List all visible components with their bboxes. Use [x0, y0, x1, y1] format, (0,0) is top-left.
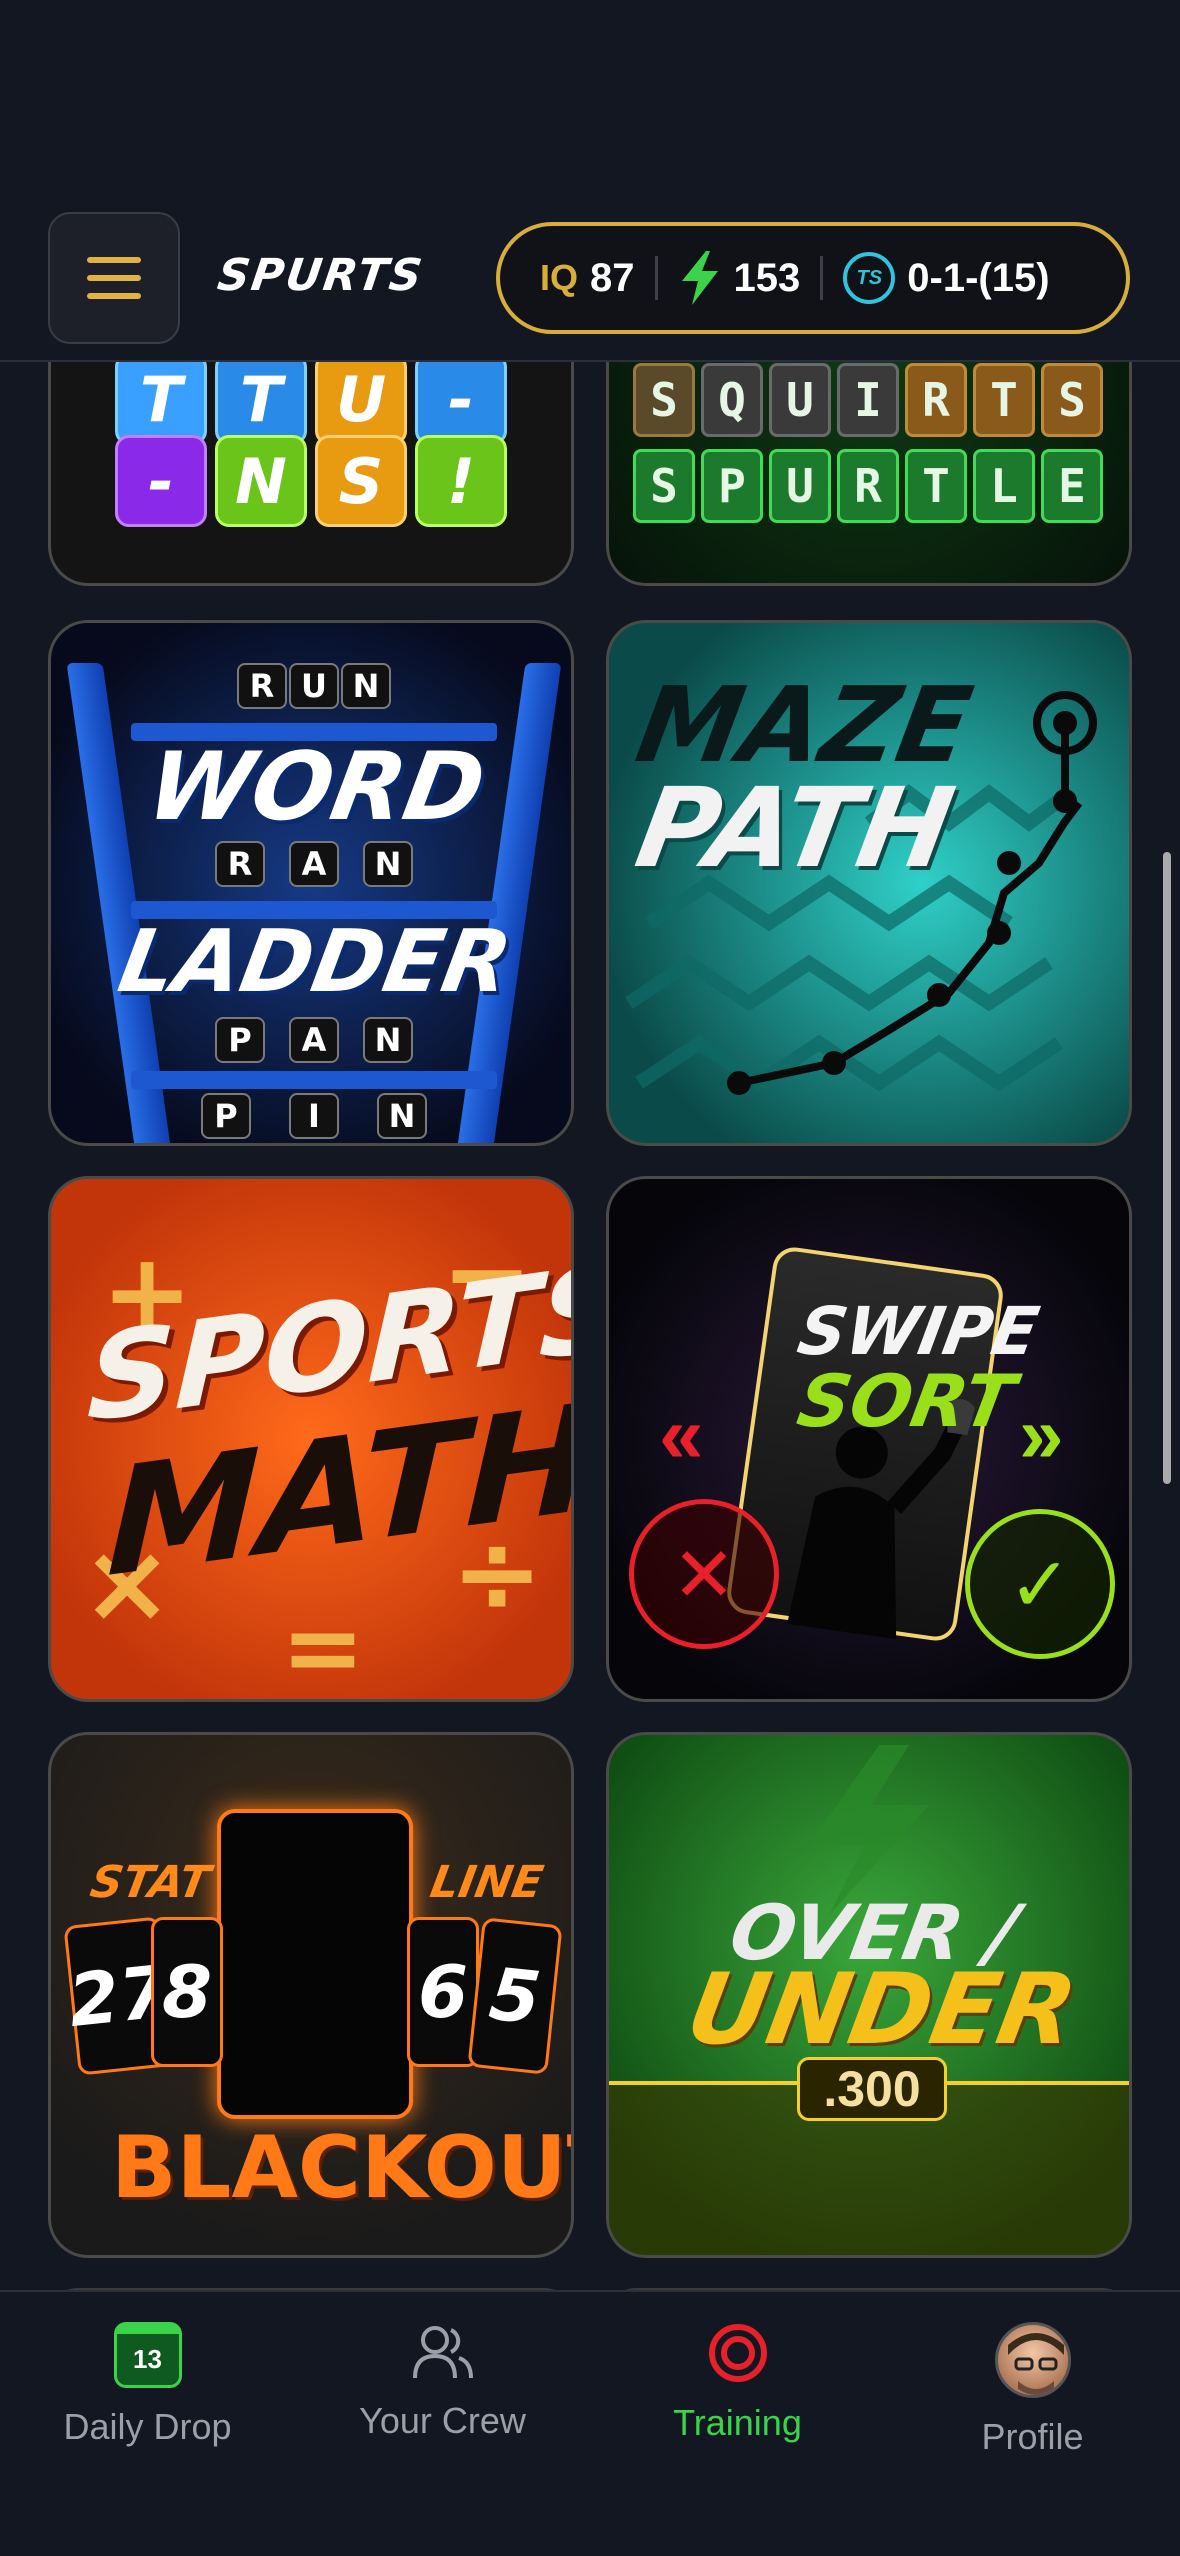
nav-training[interactable]: Training	[590, 2292, 885, 2492]
card-title-under: UNDER	[678, 1953, 1085, 2067]
ladder-letter: A	[289, 1017, 339, 1063]
card-title-swipe: SWIPE	[792, 1293, 1045, 1370]
ladder-letter: P	[215, 1017, 265, 1063]
ladder-rung	[131, 1071, 497, 1089]
card-title-ladder: LADDER	[111, 912, 519, 1012]
game-card-sports-math[interactable]: + − × ÷ = SPORTS MATH	[48, 1176, 574, 1702]
stat-divider	[820, 256, 824, 300]
reject-icon: ✕	[629, 1499, 779, 1649]
stat-divider	[654, 256, 658, 300]
hamburger-line	[87, 293, 141, 299]
ladder-letter: N	[363, 1017, 413, 1063]
hamburger-line	[87, 275, 141, 281]
letter-tile: !	[415, 435, 507, 527]
record-stat: TS 0-1-(15)	[843, 252, 1050, 304]
iq-stat: IQ 87	[540, 256, 635, 301]
ladder-letter: N	[341, 663, 391, 709]
nav-label: Daily Drop	[63, 2406, 232, 2447]
iq-label: IQ	[540, 257, 579, 298]
stat-number-card: 5	[467, 1917, 563, 2075]
bolt-value: 153	[733, 255, 801, 300]
nav-your-crew[interactable]: Your Crew	[295, 2292, 590, 2492]
scrollbar[interactable]	[1163, 852, 1171, 1484]
letter-tile: -	[115, 435, 207, 527]
letter-tile: S	[633, 449, 695, 523]
ladder-letter: R	[215, 841, 265, 887]
bolt-stat: 153	[678, 251, 801, 305]
line-value-badge: .300	[797, 2057, 947, 2121]
letter-tile: T	[973, 363, 1035, 437]
letter-tile: U	[769, 363, 831, 437]
card-title-path: PATH	[627, 764, 963, 892]
accept-icon: ✓	[965, 1509, 1115, 1659]
letter-tile: P	[701, 449, 763, 523]
target-icon	[708, 2324, 767, 2382]
letter-tile: -	[415, 353, 507, 445]
letter-tile: L	[973, 449, 1035, 523]
letter-tile: N	[215, 435, 307, 527]
stats-pill[interactable]: IQ 87 153 TS 0-1-(15)	[496, 222, 1130, 334]
stat-number-card: 6	[407, 1917, 479, 2067]
chevron-left-icon: «	[659, 1390, 704, 1479]
top-header: SPURTS IQ 87 153 TS 0-1-(15)	[0, 0, 1180, 362]
avatar	[994, 2322, 1071, 2398]
calendar-icon: 13	[113, 2322, 182, 2388]
chevron-right-icon: »	[1019, 1390, 1064, 1479]
letter-tile: I	[837, 363, 899, 437]
stat-number-card: 8	[151, 1917, 223, 2067]
game-card-stat-line-blackout[interactable]: STAT LINE 27 8 6 5 BLACKOUT	[48, 1732, 574, 2258]
letter-tile: U	[315, 353, 407, 445]
stat-label: STAT	[86, 1857, 214, 1908]
letter-tile: U	[769, 449, 831, 523]
letter-tile: R	[837, 449, 899, 523]
app-screen: T T U - - N S ! S Q U I R T S S P U R T …	[0, 0, 1180, 2556]
letter-tile: Q	[701, 363, 763, 437]
app-logo: SPURTS	[214, 250, 427, 301]
ladder-letter: U	[289, 663, 339, 709]
letter-tile: T	[215, 353, 307, 445]
nav-label: Your Crew	[359, 2400, 526, 2441]
avatar-face-icon	[1007, 2333, 1064, 2395]
letter-tile: S	[1041, 363, 1103, 437]
letter-tile: T	[115, 353, 207, 445]
ladder-letter: I	[289, 1093, 339, 1139]
game-card-maze-path[interactable]: MAZE PATH	[606, 620, 1132, 1146]
equals-symbol: =	[281, 1589, 365, 1702]
ladder-letter: A	[289, 841, 339, 887]
menu-button[interactable]	[48, 212, 180, 344]
card-title-word: WORD	[139, 733, 493, 842]
nav-profile[interactable]: Profile	[885, 2292, 1180, 2492]
ladder-letter: P	[201, 1093, 251, 1139]
game-card-swipe-sort[interactable]: SWIPE SORT « » ✕ ✓	[606, 1176, 1132, 1702]
letter-tile: S	[633, 363, 695, 437]
letter-tile: T	[905, 449, 967, 523]
card-title-blackout: BLACKOUT	[111, 2118, 574, 2218]
lightning-bolt-icon	[681, 251, 718, 305]
nav-label: Training	[673, 2402, 802, 2443]
ladder-letter: R	[237, 663, 287, 709]
nav-label: Profile	[981, 2416, 1084, 2457]
iq-value: 87	[590, 255, 635, 300]
record-value: 0-1-(15)	[907, 255, 1050, 300]
game-card-word-ladder[interactable]: R U N WORD R A N LADDER P A N P I N	[48, 620, 574, 1146]
letter-tile: E	[1041, 449, 1103, 523]
hidden-card-illustration	[217, 1809, 413, 2119]
card-title-sort: SORT	[791, 1359, 1021, 1443]
letter-tile: R	[905, 363, 967, 437]
ladder-letter: N	[377, 1093, 427, 1139]
game-card-over-under[interactable]: OVER / UNDER .300	[606, 1732, 1132, 2258]
hamburger-line	[87, 257, 141, 263]
line-label: LINE	[426, 1857, 547, 1908]
card-title-maze: MAZE	[628, 664, 981, 786]
nav-daily-drop[interactable]: 13 Daily Drop	[0, 2292, 295, 2492]
ladder-letter: N	[363, 841, 413, 887]
coin-icon: TS	[843, 252, 896, 304]
people-icon	[412, 2326, 473, 2379]
bottom-nav: 13 Daily Drop Your Crew Training Profile	[0, 2290, 1180, 2556]
letter-tile: S	[315, 435, 407, 527]
